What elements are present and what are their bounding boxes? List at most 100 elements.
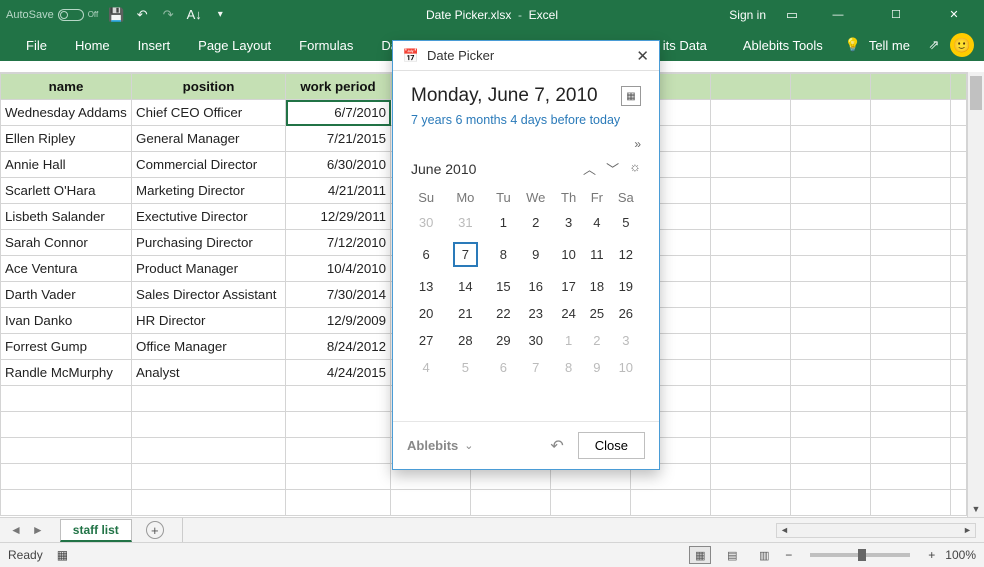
calendar-day[interactable]: 22 <box>489 300 517 327</box>
empty-cell[interactable] <box>951 360 967 386</box>
empty-cell[interactable] <box>1 464 132 490</box>
empty-cell[interactable] <box>711 360 791 386</box>
cell-date[interactable]: 8/24/2012 <box>286 334 391 360</box>
empty-cell[interactable] <box>791 308 871 334</box>
cell-position[interactable]: Commercial Director <box>132 152 286 178</box>
sheet-nav-prev-icon[interactable]: ◄ <box>10 523 22 537</box>
empty-cell[interactable] <box>711 490 791 516</box>
empty-cell[interactable] <box>631 490 711 516</box>
calendar-day[interactable]: 8 <box>554 354 583 381</box>
empty-cell[interactable] <box>132 386 286 412</box>
page-break-view-button[interactable]: ▥ <box>753 546 775 564</box>
empty-cell[interactable] <box>132 412 286 438</box>
cell-position[interactable]: HR Director <box>132 308 286 334</box>
empty-cell[interactable] <box>951 178 967 204</box>
empty-cell[interactable] <box>951 438 967 464</box>
empty-cell[interactable] <box>951 204 967 230</box>
empty-cell[interactable] <box>711 152 791 178</box>
empty-cell[interactable] <box>791 178 871 204</box>
empty-cell[interactable] <box>871 490 951 516</box>
zoom-in-button[interactable]: + <box>928 548 935 562</box>
empty-cell[interactable] <box>286 490 391 516</box>
calendar-day[interactable]: 9 <box>583 354 611 381</box>
calendar-day[interactable]: 1 <box>489 209 517 236</box>
calendar-day[interactable]: 30 <box>517 327 554 354</box>
empty-cell[interactable] <box>1 412 132 438</box>
empty-cell[interactable] <box>711 256 791 282</box>
empty-cell[interactable] <box>871 100 951 126</box>
today-button-icon[interactable]: ☼ <box>629 159 641 178</box>
tab-page-layout[interactable]: Page Layout <box>184 29 285 61</box>
empty-cell[interactable] <box>871 256 951 282</box>
empty-cell[interactable] <box>951 256 967 282</box>
empty-cell[interactable] <box>951 126 967 152</box>
cell-date[interactable]: 12/9/2009 <box>286 308 391 334</box>
tab-ablebits-tools[interactable]: Ablebits Tools <box>729 29 837 61</box>
empty-cell[interactable] <box>286 438 391 464</box>
empty-cell[interactable] <box>791 282 871 308</box>
empty-cell[interactable] <box>871 308 951 334</box>
tab-formulas[interactable]: Formulas <box>285 29 367 61</box>
empty-cell[interactable] <box>951 282 967 308</box>
cell-position[interactable]: Analyst <box>132 360 286 386</box>
empty-cell[interactable] <box>286 412 391 438</box>
next-month-button[interactable]: ﹀ <box>606 159 619 178</box>
empty-cell[interactable] <box>711 204 791 230</box>
expand-options-icon[interactable]: » <box>634 137 641 151</box>
empty-cell[interactable] <box>711 386 791 412</box>
cell-name[interactable]: Scarlett O'Hara <box>1 178 132 204</box>
close-button[interactable]: Close <box>578 432 645 459</box>
empty-cell[interactable] <box>871 360 951 386</box>
calendar-day[interactable]: 21 <box>441 300 489 327</box>
autosave-toggle[interactable]: AutoSave Off <box>6 9 98 21</box>
calendar-day[interactable]: 17 <box>554 273 583 300</box>
qat-customize-icon[interactable]: ▾ <box>212 7 228 23</box>
calendar-day[interactable]: 8 <box>489 236 517 273</box>
prev-month-button[interactable]: ︿ <box>583 159 596 178</box>
calendar-day[interactable]: 1 <box>554 327 583 354</box>
calendar-day[interactable]: 16 <box>517 273 554 300</box>
tell-me[interactable]: Tell me <box>869 38 910 53</box>
cell-name[interactable]: Ivan Danko <box>1 308 132 334</box>
empty-cell[interactable] <box>951 308 967 334</box>
cell-date[interactable]: 7/21/2015 <box>286 126 391 152</box>
empty-cell[interactable] <box>711 282 791 308</box>
empty-cell[interactable] <box>871 464 951 490</box>
empty-cell[interactable] <box>1 490 132 516</box>
cell-name[interactable]: Forrest Gump <box>1 334 132 360</box>
empty-cell[interactable] <box>951 412 967 438</box>
calendar-day[interactable]: 12 <box>611 236 641 273</box>
empty-cell[interactable] <box>286 386 391 412</box>
tab-file[interactable]: File <box>12 29 61 61</box>
calendar-day[interactable]: 24 <box>554 300 583 327</box>
empty-cell[interactable] <box>871 204 951 230</box>
column-header[interactable]: name <box>1 74 132 100</box>
tab-insert[interactable]: Insert <box>124 29 185 61</box>
panel-close-button[interactable]: ✕ <box>636 47 649 65</box>
empty-cell[interactable] <box>951 464 967 490</box>
empty-cell[interactable] <box>791 334 871 360</box>
cell-date[interactable]: 10/4/2010 <box>286 256 391 282</box>
calendar-day[interactable]: 19 <box>611 273 641 300</box>
calendar-day[interactable]: 26 <box>611 300 641 327</box>
calendar-day[interactable]: 9 <box>517 236 554 273</box>
column-header[interactable]: work period <box>286 74 391 100</box>
empty-cell[interactable] <box>951 490 967 516</box>
empty-cell[interactable] <box>791 126 871 152</box>
month-label[interactable]: June 2010 <box>411 161 476 177</box>
cell-position[interactable]: Exectutive Director <box>132 204 286 230</box>
macro-record-icon[interactable]: ▦ <box>57 548 68 562</box>
empty-cell[interactable] <box>791 490 871 516</box>
cell-name[interactable]: Ace Ventura <box>1 256 132 282</box>
minimize-button[interactable]: — <box>818 0 858 29</box>
empty-cell[interactable] <box>711 334 791 360</box>
cell-position[interactable]: Office Manager <box>132 334 286 360</box>
calendar-day[interactable]: 27 <box>411 327 441 354</box>
normal-view-button[interactable]: ▦ <box>689 546 711 564</box>
zoom-level[interactable]: 100% <box>945 548 976 562</box>
cell-date[interactable]: 6/7/2010 <box>286 100 391 126</box>
undo-icon[interactable]: ↶ <box>134 7 150 23</box>
date-difference-link[interactable]: 7 years 6 months 4 days before today <box>411 113 641 127</box>
cell-position[interactable]: Marketing Director <box>132 178 286 204</box>
empty-cell[interactable] <box>132 438 286 464</box>
